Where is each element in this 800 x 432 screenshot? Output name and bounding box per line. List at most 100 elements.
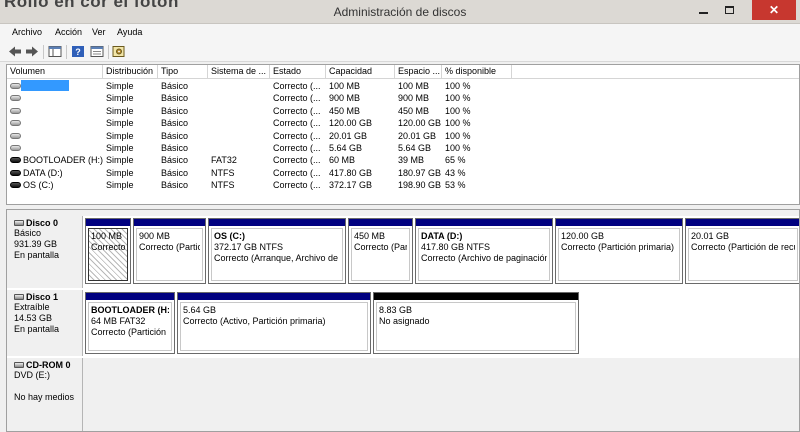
table-row[interactable]: Simple Básico Correcto (... 20.01 GB 20.01 G… [7,130,799,142]
table-row[interactable]: Simple Básico Correcto (... 450 MB 450 MB 100… [7,105,799,117]
menu-accion[interactable]: Acción [55,27,82,37]
table-row[interactable]: Simple Básico Correcto (... 120.00 GB 120.00… [7,117,799,129]
menu-ver[interactable]: Ver [92,27,106,37]
partition-body: 450 MBCorrecto (Partición de recuperació… [351,228,410,281]
disk-info-line: En pantalla [14,324,60,334]
table-cell-type: Básico [161,105,189,116]
table-cell-free: 120.00 GB [398,118,442,129]
drive-icon [10,120,21,127]
disk-title: CD-ROM 0 [14,360,82,370]
table-row[interactable]: Simple Básico Correcto (... 100 MB 100 MB 100… [7,80,799,92]
partition-size: 5.64 GB [183,305,217,315]
graphical-view: Disco 0 Básico 931.39 GB En pantalla 100 MB C… [6,209,800,432]
maximize-button[interactable] [716,0,742,20]
table-cell-fs [208,130,270,142]
properties-icon[interactable] [90,45,104,58]
menu-archivo[interactable]: Archivo [12,27,42,37]
column-header[interactable]: Tipo [158,65,208,79]
minimize-icon [698,12,708,14]
partition-block[interactable]: 5.64 GB Correcto (Activo, Partición prima… [177,292,371,354]
table-cell-capacity: 60 MB [329,155,356,166]
table-row[interactable]: Simple Básico Correcto (... 5.64 GB 5.64 GB 1… [7,142,799,154]
column-header[interactable]: Sistema de ... [208,65,270,79]
toolbar: ? [0,42,800,62]
back-arrow-icon[interactable] [8,45,22,58]
partition-bar [209,219,345,226]
disk-info-panel[interactable]: Disco 1 Extraíble 14.53 GB En pantalla [7,290,83,356]
partition-size: 900 MB [139,231,171,241]
partition-body: 5.64 GB Correcto (Activo, Partición prima… [180,302,368,351]
drive-icon [10,107,21,114]
table-cell-capacity: 120.00 GB [329,118,373,129]
partition-size: 8.83 GB [379,305,413,315]
column-header[interactable]: Espacio ... [395,65,442,79]
table-cell-type: Básico [161,93,189,104]
table-cell-fs: FAT32 [211,155,237,166]
table-cell-capacity: 5.64 GB [329,143,363,153]
partition-body: BOOTLOADER (H:) 64 MB FAT32 Correcto (Part… [88,302,172,351]
help-icon[interactable]: ? [71,45,85,58]
minimize-button[interactable] [690,0,716,20]
partition-block[interactable]: OS (C:) 372.17 GB NTFS Correcto (Arranque,… [208,218,346,284]
table-cell-layout: Simple [106,105,134,116]
partition-block[interactable]: BOOTLOADER (H:) 64 MB FAT32 Correcto (Part… [85,292,175,354]
partition-block[interactable]: 100 MBCorrecto (Partición del sistema) [85,218,131,284]
column-header[interactable]: Volumen [7,65,103,79]
disk-info-panel[interactable]: Disco 0 Básico 931.39 GB En pantalla [7,216,83,288]
table-cell-status: Correcto (... [273,81,321,91]
table-row[interactable]: OS (C:) Simple Básico NTFS Correcto (... 372.… [7,179,799,191]
close-button[interactable]: ✕ [752,0,796,20]
column-header[interactable]: Capacidad [326,65,395,79]
menu-ayuda[interactable]: Ayuda [117,27,142,37]
title-bar: Rollo en cor el foton Administración de … [0,0,800,24]
panel-icon[interactable] [48,45,62,58]
table-cell-layout: Simple [106,155,134,166]
disk-row: CD-ROM 0 DVD (E:) No hay medios [7,358,799,431]
partition-block[interactable]: DATA (D:) 417.80 GB NTFS Correcto (Archivo… [415,218,553,284]
partition-body: OS (C:) 372.17 GB NTFS Correcto (Arranque,… [211,228,343,281]
partition-status: Correcto (Archivo de paginación, Partici… [421,253,547,263]
partition-block[interactable]: 20.01 GBCorrecto (Partición de recuperac… [685,218,799,284]
column-header[interactable]: Distribución [103,65,158,79]
drive-icon [10,169,21,176]
disk-row: Disco 1 Extraíble 14.53 GB En pantalla BOOTL… [7,290,799,356]
disk-info-panel[interactable]: CD-ROM 0 DVD (E:) No hay medios [7,358,83,431]
table-cell-name [7,92,103,104]
table-cell-fs [208,105,270,117]
drive-icon [10,182,21,189]
partition-status: Correcto (Partición del sistema) [91,242,125,252]
table-cell-pct: 43 % [445,167,466,178]
disk-info-line: En pantalla [14,250,60,260]
table-row[interactable]: Simple Básico Correcto (... 900 MB 900 MB 100… [7,92,799,104]
forward-arrow-icon[interactable] [25,45,39,58]
table-cell-name [7,105,103,117]
maximize-icon [724,6,734,14]
table-row[interactable]: DATA (D:) Simple Básico NTFS Correcto (... 41… [7,167,799,179]
settings-icon[interactable] [112,45,126,58]
table-cell-pct: 100 % [445,93,471,104]
disk-info-line: Básico [14,228,42,238]
partition-block[interactable]: 900 MBCorrecto (Partición de recuperació… [133,218,206,284]
table-row[interactable]: BOOTLOADER (H:) Simple Básico FAT32 Correcto… [7,154,799,166]
column-header[interactable]: % disponible [442,65,512,79]
partition-bar [416,219,552,226]
table-cell-pct: 100 % [445,118,471,129]
table-cell-type: Básico [161,81,189,91]
menu-bar: Archivo Acción Ver Ayuda [0,24,800,42]
disk-icon [14,220,24,226]
disk-title-text: Disco 1 [26,292,59,302]
table-cell-pct: 100 % [445,81,471,91]
table-cell-name [7,142,103,154]
svg-text:?: ? [75,47,81,57]
partition-block[interactable]: 450 MBCorrecto (Partición de recuperació… [348,218,413,284]
table-cell-status: Correcto (... [273,180,321,191]
selected-volume-highlight[interactable] [21,80,69,91]
table-cell-layout: Simple [106,130,134,141]
partition-block[interactable]: 120.00 GB Correcto (Partición primaria) [555,218,683,284]
drive-icon [10,145,21,151]
table-cell-name: DATA (D:) [7,167,103,179]
partition-block[interactable]: 8.83 GB No asignado [373,292,579,354]
column-header[interactable]: Estado [270,65,326,79]
table-cell-fs: NTFS [211,180,235,191]
table-cell-name [7,130,103,142]
